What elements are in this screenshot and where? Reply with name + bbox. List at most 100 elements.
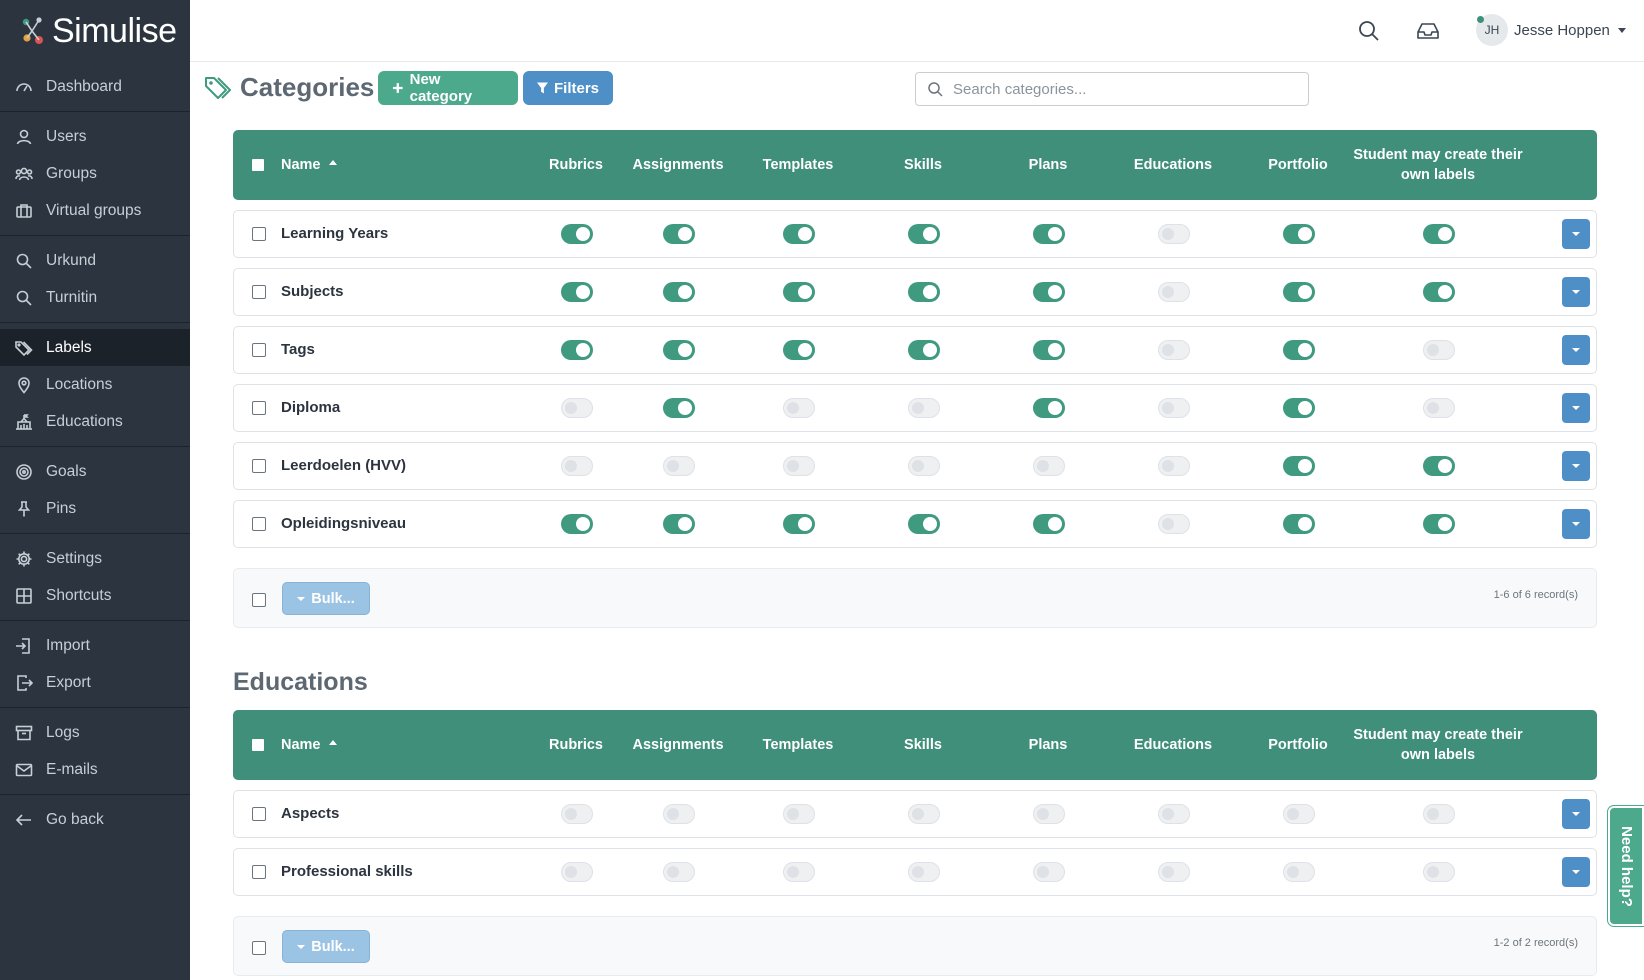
toggle-switch[interactable]: [1423, 514, 1455, 534]
toggle-switch[interactable]: [783, 514, 815, 534]
sidebar-item-locations[interactable]: Locations: [0, 366, 190, 403]
row-checkbox[interactable]: [252, 517, 266, 531]
column-header-name[interactable]: Name: [281, 710, 337, 780]
sidebar-item-settings[interactable]: Settings: [0, 540, 190, 577]
toggle-switch[interactable]: [1283, 804, 1315, 824]
toggle-switch[interactable]: [1283, 282, 1315, 302]
sidebar-item-goals[interactable]: Goals: [0, 453, 190, 490]
toggle-switch[interactable]: [561, 456, 593, 476]
sidebar-item-users[interactable]: Users: [0, 118, 190, 155]
toggle-switch[interactable]: [561, 398, 593, 418]
column-header-name[interactable]: Name: [281, 130, 337, 200]
toggle-switch[interactable]: [663, 804, 695, 824]
toggle-switch[interactable]: [908, 340, 940, 360]
toggle-switch[interactable]: [663, 862, 695, 882]
sidebar-item-go-back[interactable]: Go back: [0, 801, 190, 838]
bulk-select-checkbox[interactable]: [252, 593, 266, 607]
search-categories-input[interactable]: [953, 80, 1293, 98]
toggle-switch[interactable]: [908, 804, 940, 824]
toggle-switch[interactable]: [1423, 456, 1455, 476]
toggle-switch[interactable]: [561, 862, 593, 882]
toggle-switch[interactable]: [783, 804, 815, 824]
row-actions-dropdown[interactable]: [1562, 335, 1590, 365]
row-actions-dropdown[interactable]: [1562, 451, 1590, 481]
toggle-switch[interactable]: [663, 282, 695, 302]
user-menu[interactable]: JH Jesse Hoppen: [1476, 14, 1626, 46]
sidebar-item-labels[interactable]: Labels: [0, 329, 190, 366]
toggle-switch[interactable]: [1033, 398, 1065, 418]
toggle-switch[interactable]: [1033, 224, 1065, 244]
toggle-switch[interactable]: [561, 340, 593, 360]
filters-button[interactable]: Filters: [523, 71, 613, 105]
sidebar-item-import[interactable]: Import: [0, 627, 190, 664]
toggle-switch[interactable]: [561, 804, 593, 824]
toggle-switch[interactable]: [1423, 340, 1455, 360]
inbox-button[interactable]: [1416, 20, 1440, 42]
sidebar-item-logs[interactable]: Logs: [0, 714, 190, 751]
toggle-switch[interactable]: [783, 456, 815, 476]
select-all-checkbox[interactable]: [252, 159, 264, 171]
row-actions-dropdown[interactable]: [1562, 857, 1590, 887]
toggle-switch[interactable]: [561, 282, 593, 302]
toggle-switch[interactable]: [783, 282, 815, 302]
row-checkbox[interactable]: [252, 227, 266, 241]
sidebar-item-shortcuts[interactable]: Shortcuts: [0, 577, 190, 614]
toggle-switch[interactable]: [1283, 224, 1315, 244]
need-help-tab[interactable]: Need help?: [1608, 806, 1644, 926]
sidebar-item-educations[interactable]: Educations: [0, 403, 190, 440]
toggle-switch[interactable]: [1158, 514, 1190, 534]
toggle-switch[interactable]: [1158, 224, 1190, 244]
toggle-switch[interactable]: [783, 398, 815, 418]
toggle-switch[interactable]: [1423, 862, 1455, 882]
toggle-switch[interactable]: [908, 224, 940, 244]
bulk-actions-button[interactable]: Bulk...: [282, 930, 370, 963]
row-checkbox[interactable]: [252, 343, 266, 357]
row-checkbox[interactable]: [252, 865, 266, 879]
sidebar-item-virtual-groups[interactable]: Virtual groups: [0, 192, 190, 229]
toggle-switch[interactable]: [1158, 398, 1190, 418]
row-actions-dropdown[interactable]: [1562, 799, 1590, 829]
bulk-actions-button[interactable]: Bulk...: [282, 582, 370, 615]
toggle-switch[interactable]: [908, 282, 940, 302]
row-checkbox[interactable]: [252, 401, 266, 415]
toggle-switch[interactable]: [1033, 514, 1065, 534]
toggle-switch[interactable]: [663, 340, 695, 360]
toggle-switch[interactable]: [1423, 224, 1455, 244]
toggle-switch[interactable]: [1423, 398, 1455, 418]
global-search-button[interactable]: [1358, 20, 1380, 42]
toggle-switch[interactable]: [908, 514, 940, 534]
toggle-switch[interactable]: [663, 456, 695, 476]
toggle-switch[interactable]: [1283, 862, 1315, 882]
toggle-switch[interactable]: [1158, 340, 1190, 360]
sidebar-item-groups[interactable]: Groups: [0, 155, 190, 192]
toggle-switch[interactable]: [908, 398, 940, 418]
sidebar-item-urkund[interactable]: Urkund: [0, 242, 190, 279]
bulk-select-checkbox[interactable]: [252, 941, 266, 955]
sidebar-item-export[interactable]: Export: [0, 664, 190, 701]
toggle-switch[interactable]: [1033, 456, 1065, 476]
toggle-switch[interactable]: [1033, 804, 1065, 824]
toggle-switch[interactable]: [1158, 862, 1190, 882]
row-actions-dropdown[interactable]: [1562, 277, 1590, 307]
toggle-switch[interactable]: [1283, 514, 1315, 534]
sidebar-item-e-mails[interactable]: E-mails: [0, 751, 190, 788]
toggle-switch[interactable]: [663, 514, 695, 534]
toggle-switch[interactable]: [1158, 804, 1190, 824]
row-checkbox[interactable]: [252, 807, 266, 821]
toggle-switch[interactable]: [908, 456, 940, 476]
row-actions-dropdown[interactable]: [1562, 393, 1590, 423]
toggle-switch[interactable]: [783, 862, 815, 882]
toggle-switch[interactable]: [1283, 340, 1315, 360]
app-logo[interactable]: Simulise: [0, 0, 190, 62]
toggle-switch[interactable]: [663, 224, 695, 244]
row-actions-dropdown[interactable]: [1562, 219, 1590, 249]
toggle-switch[interactable]: [908, 862, 940, 882]
row-checkbox[interactable]: [252, 459, 266, 473]
new-category-button[interactable]: New category: [378, 71, 518, 105]
toggle-switch[interactable]: [561, 514, 593, 534]
toggle-switch[interactable]: [561, 224, 593, 244]
row-checkbox[interactable]: [252, 285, 266, 299]
toggle-switch[interactable]: [1033, 340, 1065, 360]
toggle-switch[interactable]: [783, 340, 815, 360]
toggle-switch[interactable]: [663, 398, 695, 418]
